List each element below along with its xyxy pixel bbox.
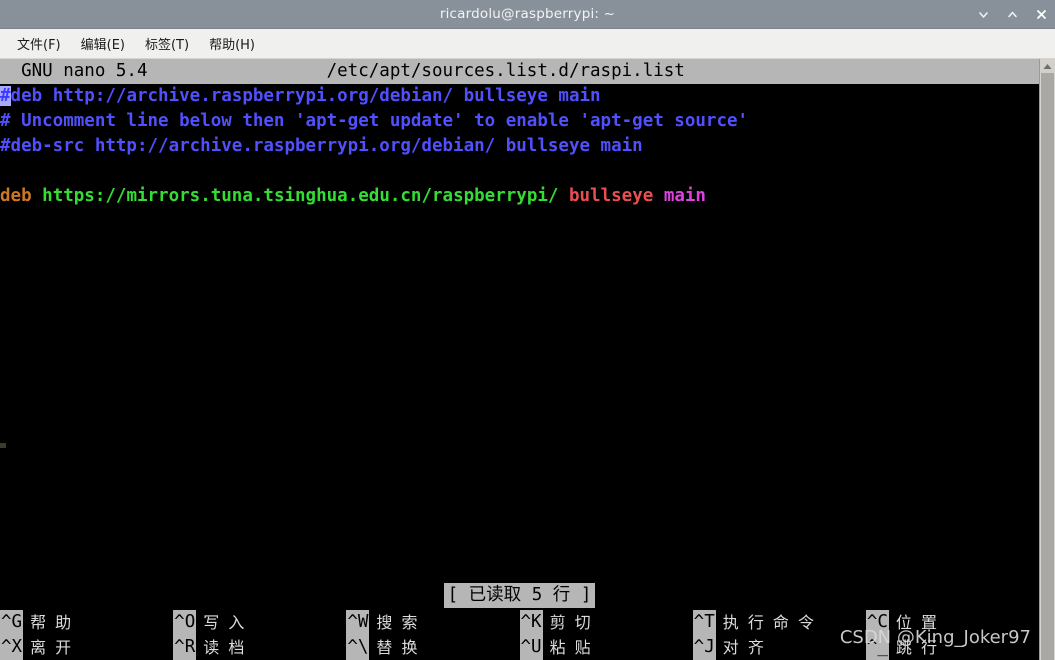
text-cursor: #	[0, 86, 11, 106]
nano-shortcut-bar: ^G 帮 助 ^X 离 开 ^O 写 入 ^R 读 档 ^W 搜 索 ^\ 替 换 ^K 剪 …	[0, 610, 1039, 660]
shortcut-label-replace: 替 换	[376, 638, 420, 657]
shortcut-key-cut: ^K	[519, 610, 543, 635]
shortcut-key-search: ^W	[346, 610, 370, 635]
shortcut-label-cut: 剪 切	[549, 613, 593, 632]
editor-line-4	[0, 159, 1039, 184]
menubar: 文件(F) 编辑(E) 标签(T) 帮助(H)	[0, 29, 1055, 59]
shortcut-key-location: ^C	[865, 610, 889, 635]
editor-line-1: #deb http://archive.raspberrypi.org/debi…	[0, 84, 1039, 109]
menu-item-help[interactable]: 帮助(H)	[200, 31, 264, 56]
apt-url-rest: .tuna.tsinghua.edu.cn/raspberrypi/	[200, 186, 559, 206]
terminal-scrollbar[interactable]	[1039, 59, 1055, 660]
scrollbar-thumb[interactable]	[1041, 73, 1054, 660]
shortcut-key-execute: ^T	[692, 610, 716, 635]
shortcut-key-gotoline: ^_	[865, 635, 889, 660]
editor-line-2: # Uncomment line below then 'apt-get upd…	[0, 111, 749, 131]
window-titlebar[interactable]: ricardolu@raspberrypi: ~	[0, 0, 1055, 29]
render-artifact	[0, 443, 6, 448]
shortcut-location[interactable]: ^C 位 置	[865, 610, 1039, 635]
shortcut-label-readfile: 读 档	[203, 638, 247, 657]
menu-item-tabs[interactable]: 标签(T)	[136, 31, 198, 56]
maximize-icon[interactable]	[1005, 4, 1020, 24]
editor-line-3: #deb-src http://archive.raspberrypi.org/…	[0, 136, 643, 156]
window-controls	[976, 0, 1049, 28]
menu-item-edit[interactable]: 编辑(E)	[72, 31, 134, 56]
shortcut-exit[interactable]: ^X 离 开	[0, 635, 173, 660]
shortcut-label-justify: 对 齐	[722, 638, 766, 657]
scrollbar-track[interactable]	[1040, 73, 1055, 660]
terminal-area: GNU nano 5.4 /etc/apt/sources.list.d/ras…	[0, 59, 1055, 660]
scroll-up-icon[interactable]	[1040, 59, 1055, 73]
shortcut-writeout[interactable]: ^O 写 入	[173, 610, 346, 635]
shortcut-readfile[interactable]: ^R 读 档	[173, 635, 346, 660]
shortcut-label-writeout: 写 入	[203, 613, 247, 632]
shortcut-label-exit: 离 开	[30, 638, 74, 657]
shortcut-justify[interactable]: ^J 对 齐	[692, 635, 866, 660]
shortcut-search[interactable]: ^W 搜 索	[346, 610, 519, 635]
shortcut-label-paste: 粘 贴	[549, 638, 593, 657]
shortcut-key-paste: ^U	[519, 635, 543, 660]
editor-line-5: deb https://mirrors.tuna.tsinghua.edu.cn…	[0, 184, 1039, 209]
shortcut-key-writeout: ^O	[173, 610, 197, 635]
menu-item-file[interactable]: 文件(F)	[8, 31, 70, 56]
shortcut-execute[interactable]: ^T 执 行 命 令	[692, 610, 866, 635]
nano-editor[interactable]: GNU nano 5.4 /etc/apt/sources.list.d/ras…	[0, 59, 1039, 660]
apt-keyword: deb	[0, 186, 32, 206]
shortcut-key-exit: ^X	[0, 635, 24, 660]
window-title: ricardolu@raspberrypi: ~	[439, 6, 616, 22]
nano-bottom-bar: [ 已读取 5 行 ] ^G 帮 助 ^X 离 开 ^O 写 入 ^R 读 档 ^W 搜 …	[0, 582, 1039, 660]
nano-titlebar: GNU nano 5.4 /etc/apt/sources.list.d/ras…	[0, 59, 1039, 84]
shortcut-label-location: 位 置	[895, 613, 939, 632]
status-message: [ 已读取 5 行 ]	[443, 582, 596, 608]
shortcut-label-execute: 执 行 命 令	[722, 613, 816, 632]
nano-text-area[interactable]: #deb http://archive.raspberrypi.org/debi…	[0, 84, 1039, 582]
close-icon[interactable]	[1034, 4, 1049, 24]
shortcut-paste[interactable]: ^U 粘 贴	[519, 635, 693, 660]
shortcut-key-justify: ^J	[692, 635, 716, 660]
shortcut-key-replace: ^\	[346, 635, 370, 660]
nano-status-row: [ 已读取 5 行 ]	[0, 582, 1039, 608]
apt-url-scheme: https://mirrors	[42, 186, 201, 206]
shortcut-cut[interactable]: ^K 剪 切	[519, 610, 693, 635]
minimize-icon[interactable]	[976, 4, 991, 24]
shortcut-help[interactable]: ^G 帮 助	[0, 610, 173, 635]
shortcut-key-help: ^G	[0, 610, 24, 635]
apt-distribution: bullseye	[568, 186, 654, 206]
shortcut-key-readfile: ^R	[173, 635, 197, 660]
shortcut-label-help: 帮 助	[30, 613, 74, 632]
terminal-window: ricardolu@raspberrypi: ~ 文件(F) 编辑(E) 标签(…	[0, 0, 1055, 660]
apt-component: main	[663, 186, 706, 206]
shortcut-label-gotoline: 跳 行	[895, 638, 939, 657]
shortcut-gotoline[interactable]: ^_ 跳 行	[865, 635, 1039, 660]
shortcut-replace[interactable]: ^\ 替 换	[346, 635, 519, 660]
shortcut-label-search: 搜 索	[376, 613, 420, 632]
editor-line-1-text: deb http://archive.raspberrypi.org/debia…	[10, 86, 601, 106]
